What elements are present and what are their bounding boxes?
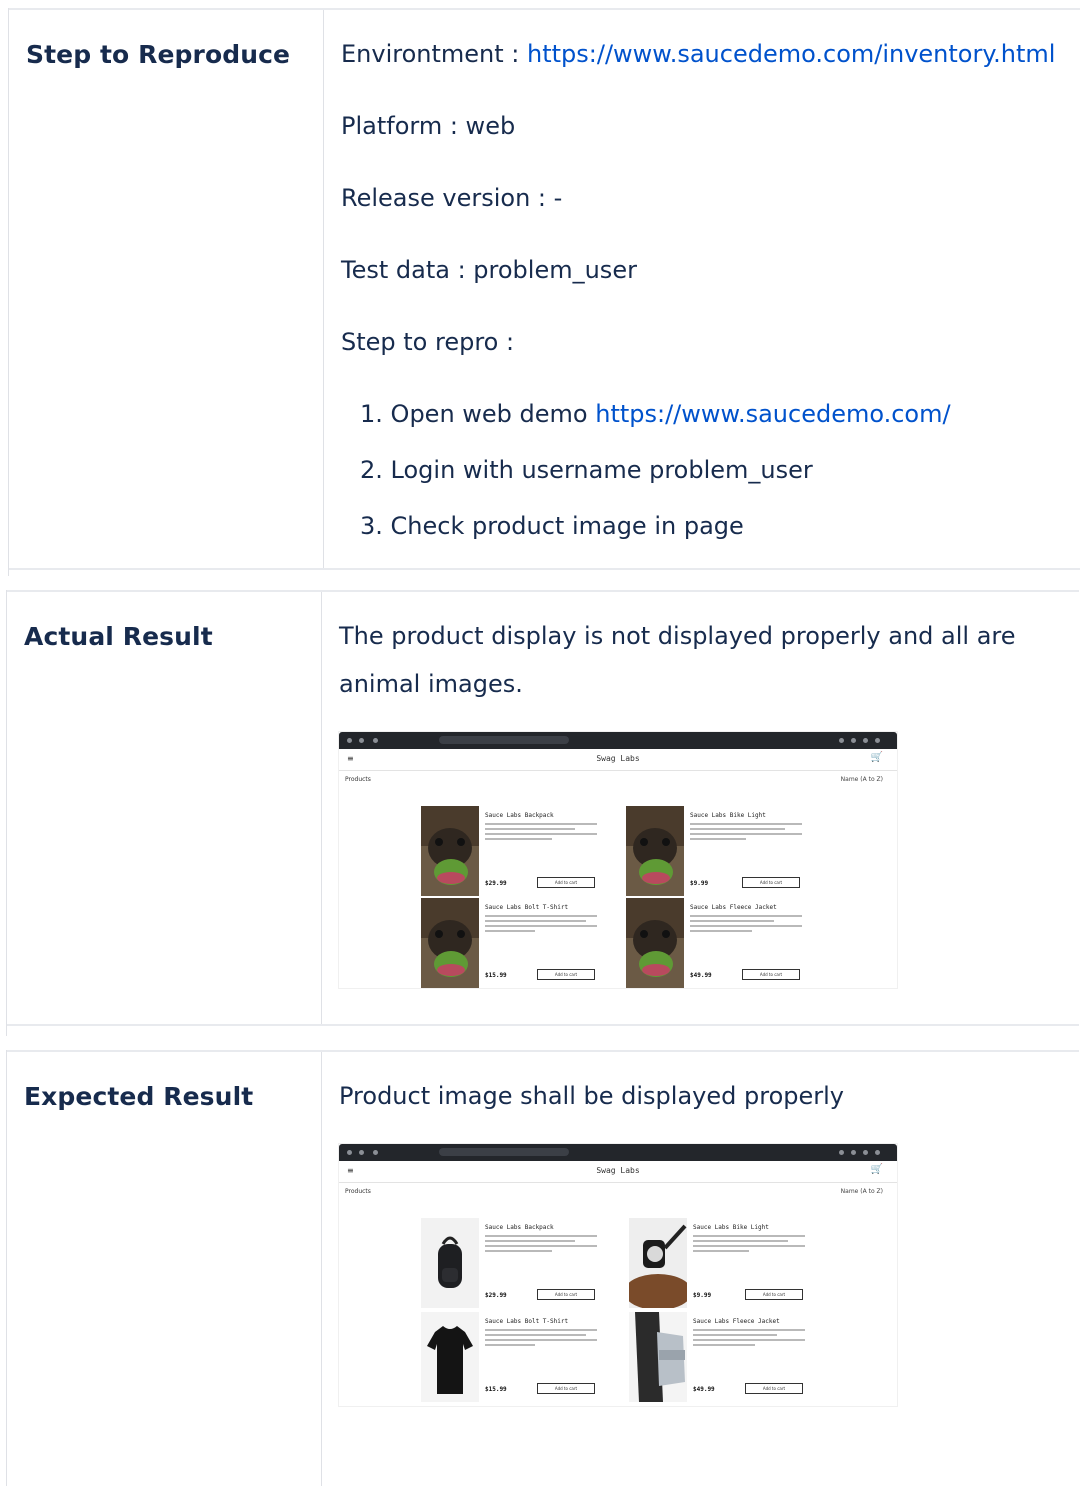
- environment-link[interactable]: https://www.saucedemo.com/inventory.html: [527, 40, 1055, 68]
- product-description: [693, 1329, 805, 1349]
- product-card: Sauce Labs Bike Light $9.99 Add to cart: [629, 1218, 815, 1308]
- add-to-cart-button: Add to cart: [742, 969, 800, 980]
- product-card: Sauce Labs Backpack $29.99 Add to cart: [421, 1218, 607, 1308]
- product-name: Sauce Labs Bolt T-Shirt: [485, 1318, 569, 1325]
- platform-line: Platform : web: [341, 112, 516, 140]
- product-card: Sauce Labs Bolt T-Shirt $15.99 Add to ca…: [421, 1312, 607, 1402]
- row-content-cell: The product display is not displayed pro…: [322, 592, 1079, 1024]
- row-header-actual-result: Actual Result: [24, 622, 213, 651]
- environment-line: Environtment : https://www.saucedemo.com…: [341, 40, 1055, 68]
- sort-select: Name (A to Z): [840, 776, 883, 783]
- product-card: Sauce Labs Bolt T-Shirt $15.99 Add to ca…: [421, 898, 607, 988]
- product-description: [485, 1235, 597, 1255]
- step-item-2: 2. Login with username problem_user: [360, 456, 813, 484]
- product-price: $15.99: [485, 972, 507, 979]
- bike-light-icon: [629, 1218, 687, 1308]
- step-text: Check product image in page: [390, 512, 744, 540]
- cart-icon: 🛒: [870, 752, 883, 763]
- add-to-cart-button: Add to cart: [537, 877, 595, 888]
- row-header-cell: Actual Result: [7, 592, 322, 1024]
- product-description: [690, 915, 802, 935]
- product-card: Sauce Labs Fleece Jacket $49.99 Add to c…: [626, 898, 812, 988]
- browser-bar: [339, 732, 897, 749]
- dog-image-icon: [421, 806, 479, 896]
- expected-result-screenshot: ≡ Swag Labs 🛒 Products Name (A to Z) Sau…: [339, 1144, 897, 1406]
- product-price: $9.99: [690, 880, 709, 887]
- product-price: $49.99: [693, 1386, 715, 1393]
- row-header-cell: Expected Result: [7, 1052, 322, 1486]
- actual-result-screenshot: ≡ Swag Labs 🛒 Products Name (A to Z) Sau…: [339, 732, 897, 988]
- step-number: 2.: [360, 456, 383, 484]
- table-actual-result: Actual Result The product display is not…: [6, 590, 1079, 1036]
- row-content-cell: Product image shall be displayed properl…: [322, 1052, 1079, 1486]
- product-description: [690, 823, 802, 843]
- product-card: Sauce Labs Bike Light $9.99 Add to cart: [626, 806, 812, 896]
- table-row: Expected Result Product image shall be d…: [7, 1052, 1079, 1486]
- product-description: [485, 823, 597, 843]
- brand-title: Swag Labs: [596, 1166, 640, 1175]
- saucedemo-link[interactable]: https://www.saucedemo.com/: [595, 400, 950, 428]
- table-row: Actual Result The product display is not…: [7, 592, 1079, 1024]
- cart-icon: 🛒: [870, 1164, 883, 1175]
- add-to-cart-button: Add to cart: [537, 1289, 595, 1300]
- add-to-cart-button: Add to cart: [745, 1383, 803, 1394]
- add-to-cart-button: Add to cart: [537, 969, 595, 980]
- actual-result-text-line-2: animal images.: [339, 670, 523, 698]
- product-name: Sauce Labs Fleece Jacket: [690, 904, 777, 911]
- product-description: [485, 915, 597, 935]
- environment-label: Environtment :: [341, 40, 527, 68]
- table-expected-result: Expected Result Product image shall be d…: [6, 1050, 1079, 1486]
- row-content-cell: Environtment : https://www.saucedemo.com…: [324, 10, 1080, 568]
- product-price: $29.99: [485, 880, 507, 887]
- product-name: Sauce Labs Bike Light: [693, 1224, 769, 1231]
- add-to-cart-button: Add to cart: [742, 877, 800, 888]
- product-description: [693, 1235, 805, 1255]
- table-bottom-border: [9, 568, 1080, 570]
- product-price: $29.99: [485, 1292, 507, 1299]
- expected-result-text: Product image shall be displayed properl…: [339, 1082, 844, 1110]
- product-description: [485, 1329, 597, 1349]
- step-text: Login with username problem_user: [390, 456, 813, 484]
- row-header-cell: Step to Reproduce: [9, 10, 324, 568]
- actual-result-text-line-1: The product display is not displayed pro…: [339, 622, 1016, 650]
- row-header-step-to-reproduce: Step to Reproduce: [26, 40, 291, 69]
- step-to-repro-line: Step to repro :: [341, 328, 515, 356]
- dog-image-icon: [421, 898, 479, 988]
- table-row: Step to Reproduce Environtment : https:/…: [9, 10, 1080, 568]
- product-name: Sauce Labs Bike Light: [690, 812, 766, 819]
- product-name: Sauce Labs Bolt T-Shirt: [485, 904, 569, 911]
- product-card: Sauce Labs Backpack $29.99 Add to cart: [421, 806, 607, 896]
- step-item-3: 3. Check product image in page: [360, 512, 744, 540]
- table-bottom-border: [7, 1024, 1079, 1026]
- product-price: $15.99: [485, 1386, 507, 1393]
- product-card: Sauce Labs Fleece Jacket $49.99 Add to c…: [629, 1312, 815, 1402]
- brand-title: Swag Labs: [596, 754, 640, 763]
- products-label: Products: [345, 776, 371, 783]
- tshirt-icon: [421, 1312, 479, 1402]
- step-item-1: 1. Open web demo https://www.saucedemo.c…: [360, 400, 951, 428]
- add-to-cart-button: Add to cart: [537, 1383, 595, 1394]
- row-header-expected-result: Expected Result: [24, 1082, 254, 1111]
- product-price: $9.99: [693, 1292, 712, 1299]
- dog-image-icon: [626, 806, 684, 896]
- step-number: 1.: [360, 400, 383, 428]
- table-step-to-reproduce: Step to Reproduce Environtment : https:/…: [8, 8, 1080, 576]
- sort-select: Name (A to Z): [840, 1188, 883, 1195]
- step-text: Open web demo: [390, 400, 596, 428]
- product-name: Sauce Labs Fleece Jacket: [693, 1318, 780, 1325]
- test-data-line: Test data : problem_user: [341, 256, 637, 284]
- products-label: Products: [345, 1188, 371, 1195]
- product-price: $49.99: [690, 972, 712, 979]
- add-to-cart-button: Add to cart: [745, 1289, 803, 1300]
- step-number: 3.: [360, 512, 383, 540]
- product-name: Sauce Labs Backpack: [485, 1224, 554, 1231]
- dog-image-icon: [626, 898, 684, 988]
- product-name: Sauce Labs Backpack: [485, 812, 554, 819]
- browser-bar: [339, 1144, 897, 1161]
- backpack-icon: [421, 1218, 479, 1308]
- jacket-icon: [629, 1312, 687, 1402]
- release-version-line: Release version : -: [341, 184, 563, 212]
